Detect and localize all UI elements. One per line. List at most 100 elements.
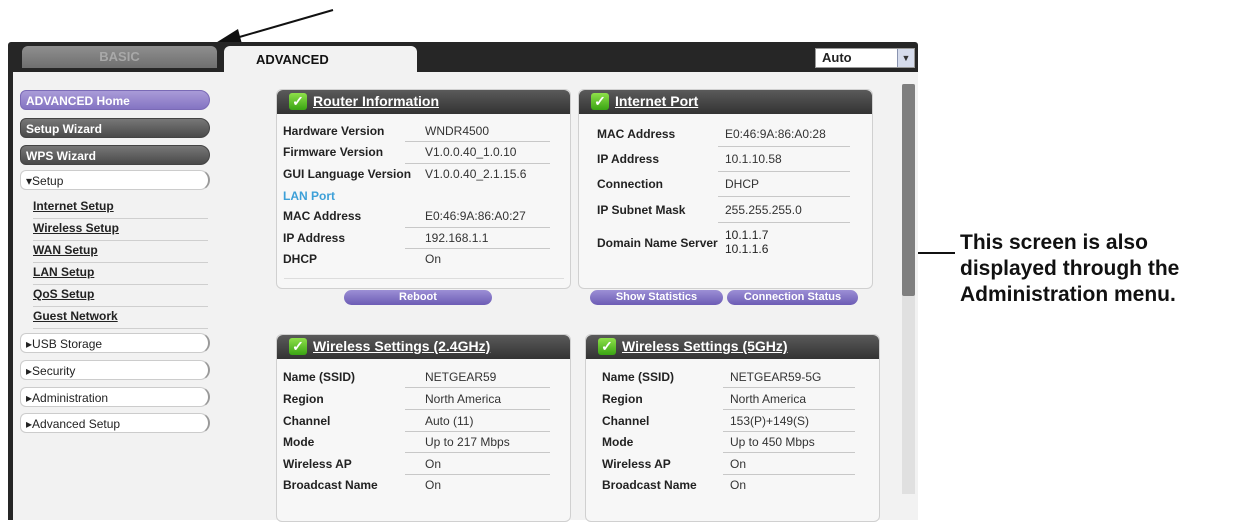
row-divider	[405, 248, 550, 249]
lan-port-label: LAN Port	[283, 189, 335, 203]
info-label: Broadcast Name	[283, 478, 378, 492]
router-information-title[interactable]: Router Information	[313, 93, 439, 109]
reboot-button[interactable]: Reboot	[344, 290, 492, 305]
info-label: Firmware Version	[283, 145, 384, 159]
callout-text: This screen is also displayed through th…	[960, 231, 1180, 306]
info-value: North America	[425, 392, 502, 406]
tab-basic[interactable]: BASIC	[22, 46, 217, 68]
menu-setup-wizard[interactable]: Setup Wizard	[20, 118, 210, 138]
info-label: Region	[602, 392, 643, 406]
internet-port-title[interactable]: Internet Port	[615, 93, 698, 109]
row-divider	[723, 431, 855, 432]
panel-header: ✓ Wireless Settings (5GHz)	[586, 335, 879, 359]
info-value: North America	[730, 392, 807, 406]
info-value: DHCP	[725, 177, 760, 191]
submenu-guest-network[interactable]: Guest Network	[33, 307, 208, 329]
info-label: Hardware Version	[283, 124, 385, 138]
info-label: MAC Address	[597, 127, 676, 141]
chevron-down-icon[interactable]: ▼	[897, 49, 914, 67]
info-value: On	[730, 457, 747, 471]
info-label: GUI Language Version	[283, 167, 412, 181]
info-label: Channel	[602, 414, 650, 428]
row-divider	[718, 146, 850, 147]
info-label: Region	[283, 392, 324, 406]
info-value: Auto (11)	[425, 414, 474, 428]
wireless-24ghz-panel: ✓ Wireless Settings (2.4GHz)	[276, 334, 571, 522]
menu-security[interactable]: ▸Security	[20, 360, 210, 380]
info-label: Broadcast Name	[602, 478, 697, 492]
menu-wps-wizard[interactable]: WPS Wizard	[20, 145, 210, 165]
wireless-5ghz-panel: ✓ Wireless Settings (5GHz)	[585, 334, 880, 522]
submenu-qos-setup[interactable]: QoS Setup	[33, 285, 208, 307]
row-divider	[405, 387, 550, 388]
menu-usb-storage[interactable]: ▸USB Storage	[20, 333, 210, 353]
row-divider	[405, 141, 550, 142]
info-value: On	[425, 457, 442, 471]
info-label: Wireless AP	[283, 457, 352, 471]
row-divider	[723, 387, 855, 388]
info-label: MAC Address	[283, 209, 362, 223]
row-divider	[718, 222, 850, 223]
menu-advanced-setup[interactable]: ▸Advanced Setup	[20, 413, 210, 433]
submenu-internet-setup[interactable]: Internet Setup	[33, 197, 208, 219]
check-icon: ✓	[598, 338, 616, 355]
info-value: 10.1.1.6	[725, 242, 769, 256]
submenu-lan-setup[interactable]: LAN Setup	[33, 263, 208, 285]
row-divider	[284, 278, 564, 279]
info-value: Up to 217 Mbps	[425, 435, 510, 449]
scrollbar-thumb[interactable]	[902, 84, 915, 296]
info-value: V1.0.0.40_1.0.10	[425, 145, 517, 159]
submenu-wan-setup[interactable]: WAN Setup	[33, 241, 208, 263]
info-label: Mode	[283, 435, 315, 449]
row-divider	[405, 452, 550, 453]
info-label: Name (SSID)	[602, 370, 675, 384]
row-divider	[723, 452, 855, 453]
row-divider	[718, 196, 850, 197]
connection-status-button[interactable]: Connection Status	[727, 290, 858, 305]
row-divider	[405, 474, 550, 475]
info-value: E0:46:9A:86:A0:27	[425, 209, 526, 223]
check-icon: ✓	[289, 338, 307, 355]
check-icon: ✓	[289, 93, 307, 110]
info-value: E0:46:9A:86:A0:28	[725, 127, 826, 141]
row-divider	[405, 227, 550, 228]
info-value: On	[730, 478, 747, 492]
row-divider	[405, 431, 550, 432]
info-value: 153(P)+149(S)	[730, 414, 810, 428]
row-divider	[718, 171, 850, 172]
menu-setup[interactable]: ▾Setup	[20, 170, 210, 190]
language-select-value: Auto	[822, 50, 852, 65]
info-value: 10.1.10.58	[725, 152, 782, 166]
show-statistics-button[interactable]: Show Statistics	[590, 290, 723, 305]
wireless-5ghz-title[interactable]: Wireless Settings (5GHz)	[622, 338, 788, 354]
info-label: IP Address	[597, 152, 660, 166]
info-label: Channel	[283, 414, 331, 428]
submenu-wireless-setup[interactable]: Wireless Setup	[33, 219, 208, 241]
check-icon: ✓	[591, 93, 609, 110]
info-label: IP Address	[283, 231, 346, 245]
info-value: NETGEAR59-5G	[730, 370, 822, 384]
info-label: Domain Name Server	[597, 236, 718, 250]
info-value: Up to 450 Mbps	[730, 435, 815, 449]
info-value: On	[425, 478, 442, 492]
info-value: 255.255.255.0	[725, 203, 802, 217]
info-value: NETGEAR59	[425, 370, 497, 384]
row-divider	[405, 409, 550, 410]
tab-advanced[interactable]: ADVANCED	[224, 46, 417, 72]
info-label: Mode	[602, 435, 634, 449]
info-label: Name (SSID)	[283, 370, 356, 384]
wireless-24ghz-title[interactable]: Wireless Settings (2.4GHz)	[313, 338, 490, 354]
menu-administration[interactable]: ▸Administration	[20, 387, 210, 407]
info-label: DHCP	[283, 252, 318, 266]
row-divider	[405, 163, 550, 164]
menu-advanced-home[interactable]: ADVANCED Home	[20, 90, 210, 110]
info-value: On	[425, 252, 442, 266]
panel-header: ✓ Router Information	[277, 90, 570, 114]
info-value: WNDR4500	[425, 124, 490, 138]
info-label: IP Subnet Mask	[597, 203, 686, 217]
info-value: 192.168.1.1	[425, 231, 489, 245]
row-divider	[723, 409, 855, 410]
language-select[interactable]: Auto ▼	[815, 48, 915, 68]
panel-header: ✓ Wireless Settings (2.4GHz)	[277, 335, 570, 359]
info-label: Connection	[597, 177, 663, 191]
